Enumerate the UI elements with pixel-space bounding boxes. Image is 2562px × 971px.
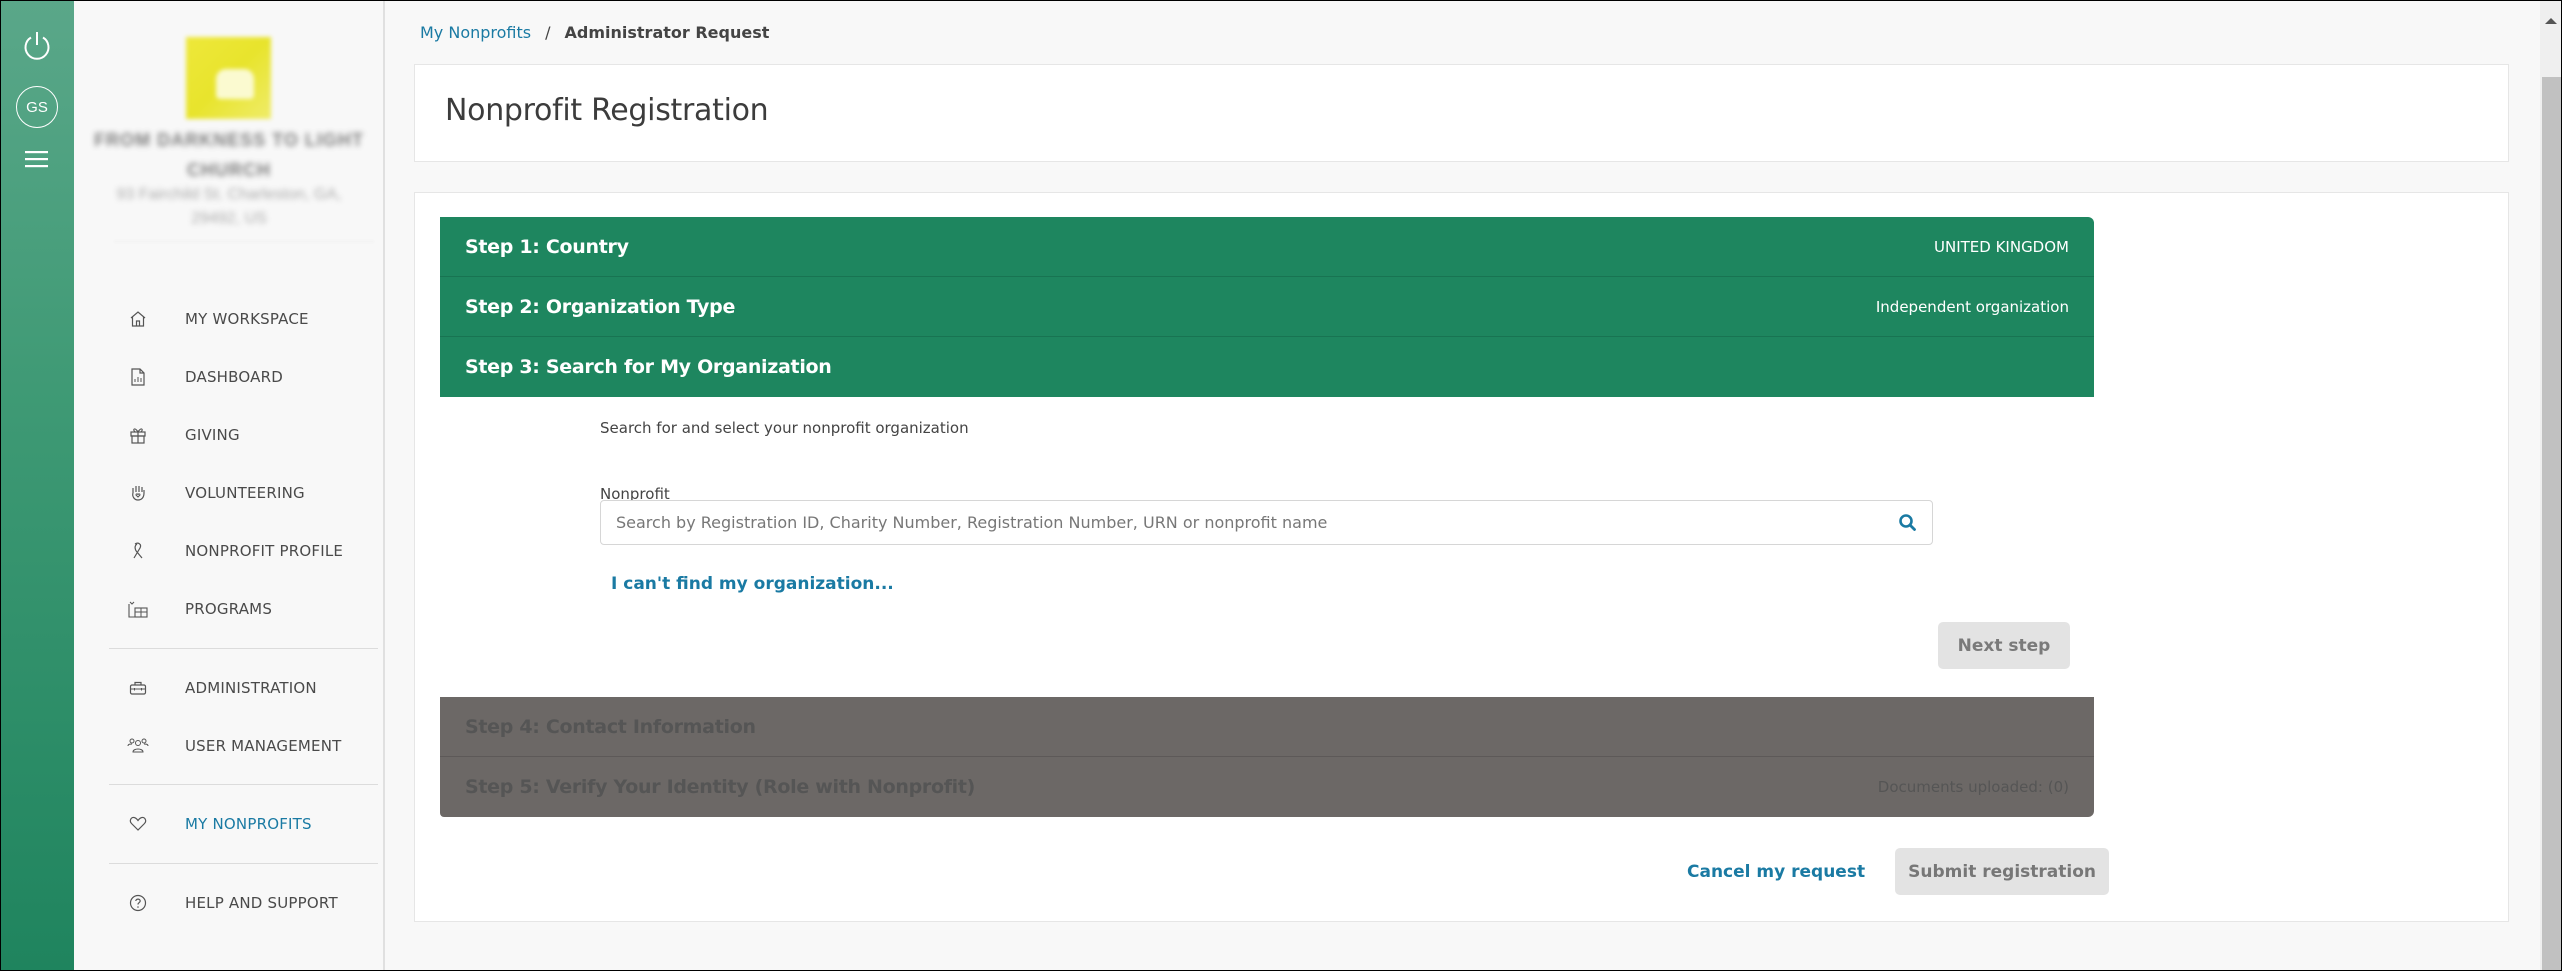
programs-icon [127,598,149,620]
step-3-search-organization[interactable]: Step 3: Search for My Organization [440,337,2094,397]
sidebar-item-help-and-support[interactable]: HELP AND SUPPORT [110,883,374,923]
form-actions: Cancel my request Submit registration [1687,848,2110,895]
sidebar-item-volunteering[interactable]: VOLUNTEERING [110,473,374,513]
sidebar-item-my-workspace[interactable]: MY WORKSPACE [110,299,374,339]
next-step-button[interactable]: Next step [1938,622,2070,669]
step-5-verify-identity: Step 5: Verify Your Identity (Role with … [440,757,2094,817]
sidebar-item-dashboard[interactable]: DASHBOARD [110,357,374,397]
page-title: Nonprofit Registration [445,93,769,128]
hamburger-menu-icon [25,149,49,174]
sidebar-item-programs[interactable]: PROGRAMS [110,589,374,629]
app-window: GS FROM DARKNESS TO LIGHT CHURCH 93 Fair… [1,1,2561,970]
user-avatar-button[interactable]: GS [15,85,59,129]
logout-button[interactable] [15,26,59,70]
registration-steps: Step 1: Country UNITED KINGDOM Step 2: O… [440,217,2094,817]
organization-address: 93 Fairchild St. Charleston, GA, 29492, … [116,186,342,227]
main-content: My Nonprofits / Administrator Request No… [387,1,2517,970]
home-icon [127,308,149,330]
breadcrumb-current: Administrator Request [564,23,770,42]
report-document-icon [127,366,149,388]
search-icon[interactable] [1898,513,1918,533]
sidebar-divider [109,784,378,785]
breadcrumb-my-nonprofits-link[interactable]: My Nonprofits [420,23,531,42]
sidebar-item-user-management[interactable]: USER MANAGEMENT [110,726,374,766]
help-circle-icon [127,892,149,914]
sidebar-item-label: GIVING [185,426,240,444]
cancel-request-link[interactable]: Cancel my request [1687,862,1865,882]
sidebar-item-label: HELP AND SUPPORT [185,894,338,912]
breadcrumb: My Nonprofits / Administrator Request [420,23,769,42]
menu-toggle-button[interactable] [15,139,59,183]
icon-rail: GS [1,1,74,970]
step-1-country[interactable]: Step 1: Country UNITED KINGDOM [440,217,2094,277]
hand-heart-icon [127,482,149,504]
step-title: Step 1: Country [465,235,629,258]
step-description: Search for and select your nonprofit org… [600,419,969,437]
sidebar-item-label: VOLUNTEERING [185,484,305,502]
step-title: Step 2: Organization Type [465,295,736,318]
documents-uploaded-count: Documents uploaded: (0) [1877,778,2069,796]
sidebar-item-label: PROGRAMS [185,600,273,618]
sidebar: FROM DARKNESS TO LIGHT CHURCH 93 Fairchi… [74,1,385,970]
gift-icon [127,424,149,446]
breadcrumb-separator: / [545,23,551,42]
registration-form-card: Step 1: Country UNITED KINGDOM Step 2: O… [414,192,2509,922]
sidebar-item-giving[interactable]: GIVING [110,415,374,455]
step-title: Step 5: Verify Your Identity (Role with … [465,776,976,798]
step-value: UNITED KINGDOM [1934,237,2069,256]
triangle-up-icon [2544,12,2557,77]
sidebar-item-label: MY NONPROFITS [185,815,312,833]
sidebar-divider [109,648,378,649]
divider [114,241,374,242]
nonprofit-search-input[interactable] [601,501,1881,543]
step-3-panel: Search for and select your nonprofit org… [440,397,2094,697]
ribbon-icon [127,540,149,562]
nonprofit-search-field [600,500,1933,545]
organization-logo [186,37,271,119]
toolbox-icon [127,677,149,699]
submit-registration-button[interactable]: Submit registration [1895,848,2110,895]
scrollbar-thumb[interactable] [2542,77,2561,970]
step-4-contact-information: Step 4: Contact Information [440,697,2094,757]
sidebar-item-administration[interactable]: ADMINISTRATION [110,668,374,708]
sidebar-item-label: ADMINISTRATION [185,679,317,697]
cant-find-organization-link[interactable]: I can't find my organization... [611,574,894,594]
sidebar-item-label: MY WORKSPACE [185,310,309,328]
step-title: Step 3: Search for My Organization [465,356,832,378]
step-title: Step 4: Contact Information [465,715,756,738]
sidebar-divider [109,863,378,864]
power-icon [20,29,54,68]
heart-icon [127,813,149,835]
sidebar-item-my-nonprofits[interactable]: MY NONPROFITS [110,804,374,844]
step-2-organization-type[interactable]: Step 2: Organization Type Independent or… [440,277,2094,337]
sidebar-item-label: USER MANAGEMENT [185,737,342,755]
users-icon [127,735,149,757]
step-value: Independent organization [1875,297,2069,316]
sidebar-item-label: NONPROFIT PROFILE [185,542,344,560]
scroll-up-button[interactable] [2540,1,2561,77]
avatar: GS [16,86,58,128]
vertical-scrollbar[interactable] [2540,1,2561,970]
page-header-card: Nonprofit Registration [414,64,2509,162]
sidebar-item-nonprofit-profile[interactable]: NONPROFIT PROFILE [110,531,374,571]
organization-name: FROM DARKNESS TO LIGHT CHURCH [94,130,364,180]
sidebar-item-label: DASHBOARD [185,368,283,386]
